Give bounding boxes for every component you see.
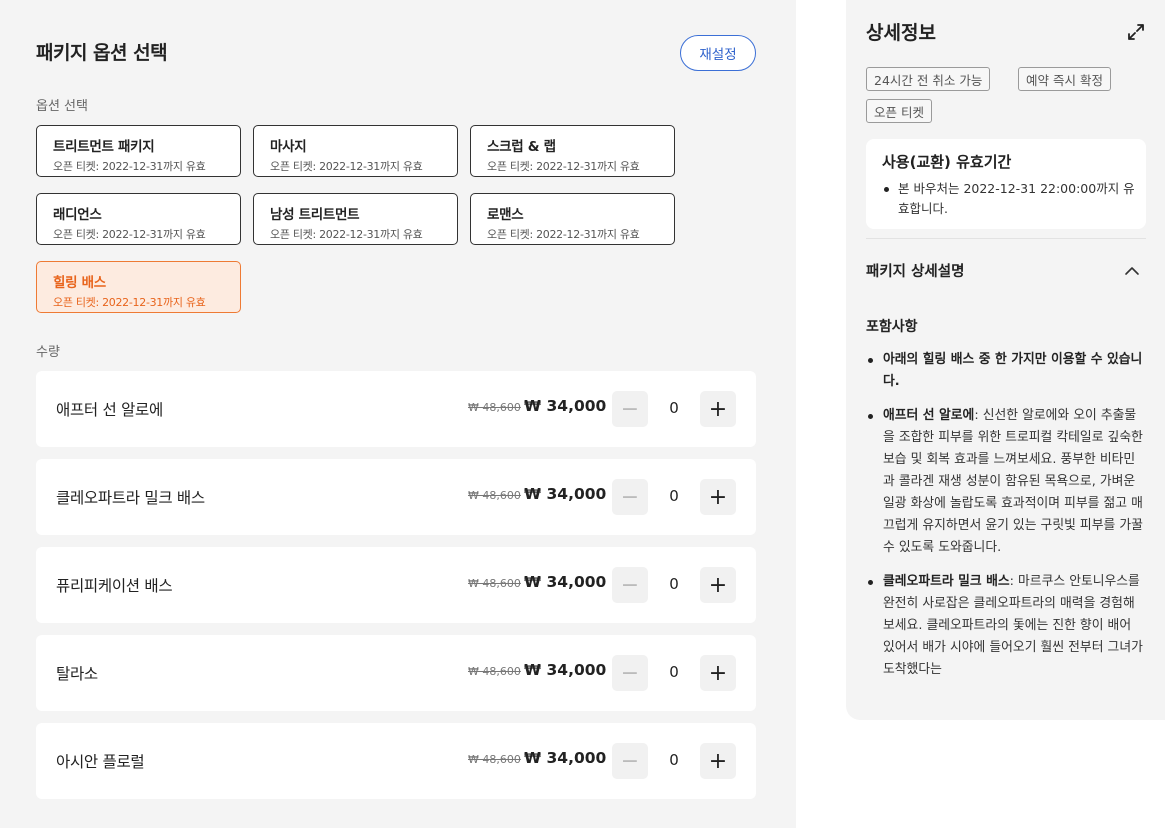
product-name: 탈라소 [56,665,98,683]
list-item: 클레오파트라 밀크 배스: 마르쿠스 안토니우스를 완전히 사로잡은 클레오파트… [866,571,1144,681]
original-price: ₩ 48,600 [468,489,521,502]
option-validity: 오픈 티켓: 2022-12-31까지 유효 [487,228,640,241]
option-name: 마사지 [270,139,307,155]
option-healing-bath[interactable]: 힐링 배스 오픈 티켓: 2022-12-31까지 유효 [36,261,241,313]
decrease-button[interactable]: − [612,479,648,515]
package-options-panel: 패키지 옵션 선택 재설정 옵션 선택 트리트먼트 패키지 오픈 티켓: 202… [0,0,796,828]
product-name: 퓨리피케이션 배스 [56,577,173,595]
sale-price: ₩ 34,000 [524,573,607,591]
original-price: ₩ 48,600 [468,665,521,678]
chevron-up-icon[interactable] [1124,262,1140,275]
option-name: 남성 트리트먼트 [270,207,360,223]
product-row: 애프터 선 알로에 ₩ 48,600 ₩ 34,000 − 0 + [36,371,756,447]
product-name: 클레오파트라 밀크 배스 [56,489,205,507]
product-row: 클레오파트라 밀크 배스 ₩ 48,600 ₩ 34,000 − 0 + [36,459,756,535]
option-romance[interactable]: 로맨스 오픈 티켓: 2022-12-31까지 유효 [470,193,675,245]
option-name: 트리트먼트 패키지 [53,139,155,155]
increase-button[interactable]: + [700,567,736,603]
original-price: ₩ 48,600 [468,577,521,590]
product-name: 아시안 플로럴 [56,753,145,771]
decrease-button[interactable]: − [612,567,648,603]
increase-button[interactable]: + [700,479,736,515]
validity-text: 본 바우처는 2022-12-31 22:00:00까지 유효합니다. [882,179,1144,219]
increase-button[interactable]: + [700,743,736,779]
option-mens-treatment[interactable]: 남성 트리트먼트 오픈 티켓: 2022-12-31까지 유효 [253,193,458,245]
sale-price: ₩ 34,000 [524,661,607,679]
quantity-count: 0 [669,487,679,505]
sale-price: ₩ 34,000 [524,485,607,503]
item-bold: 아래의 힐링 배스 중 한 가지만 이용할 수 있습니다. [883,352,1143,389]
quantity-count: 0 [669,751,679,769]
quantity-count: 0 [669,575,679,593]
original-price: ₩ 48,600 [468,753,521,766]
option-name: 래디언스 [53,207,102,223]
option-validity: 오픈 티켓: 2022-12-31까지 유효 [270,228,423,241]
tag-open-ticket: 오픈 티켓 [866,99,932,123]
item-text: : 마르쿠스 안토니우스를 완전히 사로잡은 클레오파트라의 매력을 경험해보세… [883,574,1143,677]
sale-price: ₩ 34,000 [524,749,607,767]
divider [866,238,1146,239]
reset-button[interactable]: 재설정 [680,35,756,71]
option-scrub-wrap[interactable]: 스크럽 & 랩 오픈 티켓: 2022-12-31까지 유효 [470,125,675,177]
item-text: : 신선한 알로에와 오이 추출물을 조합한 피부를 위한 트로피컬 칵테일로 … [883,408,1143,555]
validity-box: 사용(교환) 유효기간 본 바우처는 2022-12-31 22:00:00까지… [866,139,1146,229]
validity-title: 사용(교환) 유효기간 [882,153,1012,171]
option-massage[interactable]: 마사지 오픈 티켓: 2022-12-31까지 유효 [253,125,458,177]
list-item: 아래의 힐링 배스 중 한 가지만 이용할 수 있습니다. [866,349,1144,393]
original-price: ₩ 48,600 [468,401,521,414]
package-description-heading: 패키지 상세설명 [866,264,965,280]
option-validity: 오픈 티켓: 2022-12-31까지 유효 [270,160,423,173]
quantity-count: 0 [669,663,679,681]
tag-free-cancel: 24시간 전 취소 가능 [866,67,991,91]
option-name: 로맨스 [487,207,524,223]
expand-icon[interactable] [1126,22,1146,42]
product-row: 아시안 플로럴 ₩ 48,600 ₩ 34,000 − 0 + [36,723,756,799]
option-validity: 오픈 티켓: 2022-12-31까지 유효 [53,228,206,241]
product-name: 애프터 선 알로에 [56,401,163,419]
detail-panel: 상세정보 24시간 전 취소 가능 예약 즉시 확정 오픈 티켓 사용(교환) … [846,0,1165,720]
decrease-button[interactable]: − [612,655,648,691]
option-validity: 오픈 티켓: 2022-12-31까지 유효 [487,160,640,173]
tag-instant-confirm: 예약 즉시 확정 [1018,67,1111,91]
item-bold: 클레오파트라 밀크 배스 [883,574,1010,589]
decrease-button[interactable]: − [612,743,648,779]
list-item: 애프터 선 알로에: 신선한 알로에와 오이 추출물을 조합한 피부를 위한 트… [866,405,1144,559]
product-row: 퓨리피케이션 배스 ₩ 48,600 ₩ 34,000 − 0 + [36,547,756,623]
decrease-button[interactable]: − [612,391,648,427]
quantity-count: 0 [669,399,679,417]
increase-button[interactable]: + [700,655,736,691]
quantity-section-label: 수량 [36,345,60,360]
option-validity: 오픈 티켓: 2022-12-31까지 유효 [53,160,206,173]
product-row: 탈라소 ₩ 48,600 ₩ 34,000 − 0 + [36,635,756,711]
page-title: 패키지 옵션 선택 [36,42,168,64]
increase-button[interactable]: + [700,391,736,427]
option-name: 스크럽 & 랩 [487,139,556,155]
option-radiance[interactable]: 래디언스 오픈 티켓: 2022-12-31까지 유효 [36,193,241,245]
includes-list: 아래의 힐링 배스 중 한 가지만 이용할 수 있습니다. 애프터 선 알로에:… [866,349,1144,693]
option-name: 힐링 배스 [53,275,106,291]
option-section-label: 옵션 선택 [36,99,88,114]
item-bold: 애프터 선 알로에 [883,408,975,423]
sale-price: ₩ 34,000 [524,397,607,415]
option-validity: 오픈 티켓: 2022-12-31까지 유효 [53,296,206,309]
detail-title: 상세정보 [866,22,936,44]
includes-heading: 포함사항 [866,319,918,335]
option-treatment-package[interactable]: 트리트먼트 패키지 오픈 티켓: 2022-12-31까지 유효 [36,125,241,177]
